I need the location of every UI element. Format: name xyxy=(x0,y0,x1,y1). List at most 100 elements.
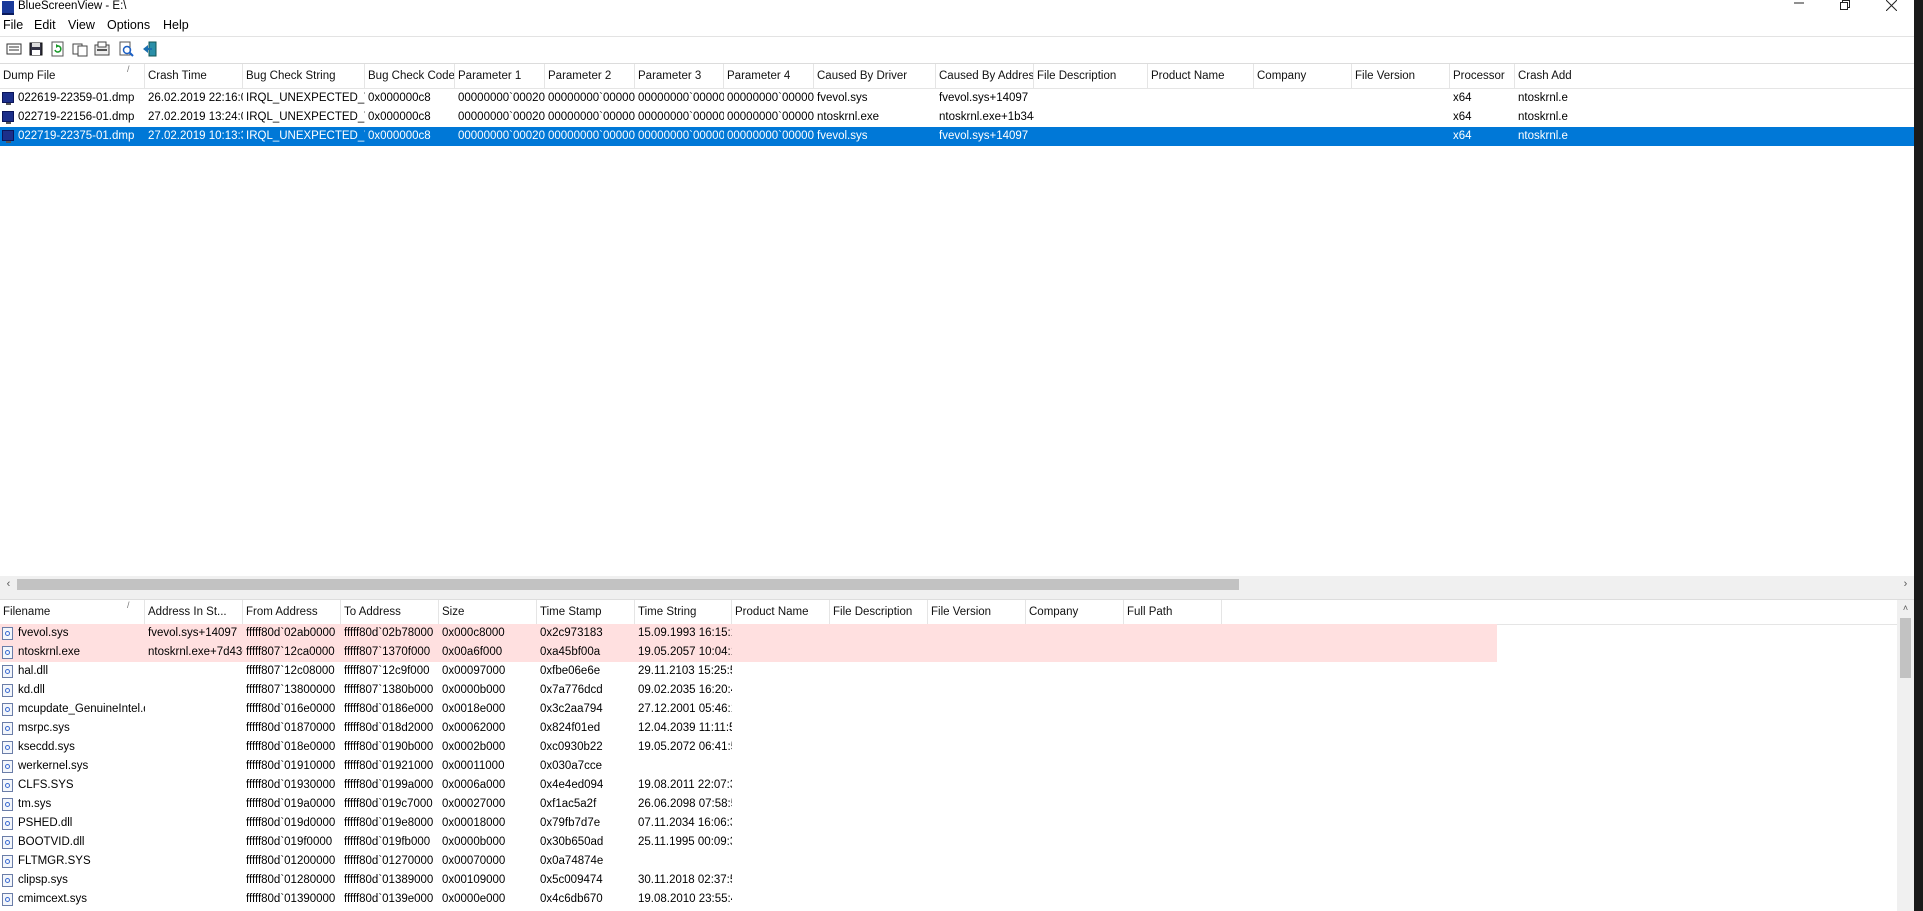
column-header-file-description[interactable]: File Description xyxy=(1034,64,1148,88)
cell-bug-check-code: 0x000000c8 xyxy=(368,111,431,123)
column-header-dump-file[interactable]: Dump File xyxy=(0,64,145,88)
column-header-filename[interactable]: Filename xyxy=(0,600,145,624)
scroll-left-icon[interactable]: ‹ xyxy=(0,576,17,593)
column-header-parameter-1[interactable]: Parameter 1 xyxy=(455,64,545,88)
cell-filename: fvevol.sys xyxy=(18,627,69,639)
column-header-to-address[interactable]: To Address xyxy=(341,600,439,624)
driver-row[interactable]: cmimcext.sys fffff80d`01390000 fffff80d`01… xyxy=(0,890,1497,909)
driver-list-header: Filename Address In St... From Address To A… xyxy=(0,600,1897,625)
column-header-full-path[interactable]: Full Path xyxy=(1124,600,1222,624)
column-header-bug-check-string[interactable]: Bug Check String xyxy=(243,64,365,88)
menu-edit[interactable]: Edit xyxy=(31,16,59,34)
menu-view[interactable]: View xyxy=(65,16,98,34)
cell-time-stamp: 0x7a776dcd xyxy=(540,684,603,696)
driver-file-icon xyxy=(2,893,13,906)
cell-time-string: 27.12.2001 05:46:12 xyxy=(638,703,732,715)
menu-help[interactable]: Help xyxy=(160,16,192,34)
cell-from-address: fffff80d`019f0000 xyxy=(246,836,333,848)
cell-from-address: fffff80d`01280000 xyxy=(246,874,336,886)
column-header-product-name[interactable]: Product Name xyxy=(732,600,830,624)
scroll-right-icon[interactable]: › xyxy=(1897,576,1914,593)
cell-processor: x64 xyxy=(1453,130,1472,142)
menu-options[interactable]: Options xyxy=(104,16,153,34)
sort-indicator-icon: / xyxy=(127,64,130,74)
exit-icon[interactable] xyxy=(140,40,160,58)
cell-product-name xyxy=(1148,108,1254,127)
cell-filename: FLTMGR.SYS xyxy=(18,855,91,867)
column-header-from-address[interactable]: From Address xyxy=(243,600,341,624)
column-header-address-in-st[interactable]: Address In St... xyxy=(145,600,243,624)
column-header-parameter-4[interactable]: Parameter 4 xyxy=(724,64,814,88)
driver-row[interactable]: hal.dll fffff807`12c08000 fffff807`12c9f00… xyxy=(0,662,1497,681)
dump-row[interactable]: 022719-22375-01.dmp 27.02.2019 10:13:38 IR… xyxy=(0,127,1923,146)
cell-time-string: 25.11.1995 00:09:33 xyxy=(638,836,732,848)
cell-address-in-st xyxy=(145,776,243,795)
driver-row[interactable]: mcupdate_GenuineIntel.dll fffff80d`016e00… xyxy=(0,700,1497,719)
cell-time-string xyxy=(635,757,732,776)
cell-filename: kd.dll xyxy=(18,684,45,696)
driver-row[interactable]: CLFS.SYS fffff80d`01930000 fffff80d`0199a0… xyxy=(0,776,1497,795)
dump-list-hscrollbar[interactable]: ‹ › xyxy=(0,576,1923,593)
driver-row[interactable]: FLTMGR.SYS fffff80d`01200000 fffff80d`0127… xyxy=(0,852,1497,871)
driver-row[interactable]: werkernel.sys fffff80d`01910000 fffff80d`0… xyxy=(0,757,1497,776)
save-icon[interactable] xyxy=(4,40,24,58)
column-header-product-name[interactable]: Product Name xyxy=(1148,64,1254,88)
column-header-parameter-2[interactable]: Parameter 2 xyxy=(545,64,635,88)
column-header-company[interactable]: Company xyxy=(1254,64,1352,88)
scroll-up-icon[interactable]: ˄ xyxy=(1897,600,1914,617)
column-header-parameter-3[interactable]: Parameter 3 xyxy=(635,64,724,88)
cell-product-name xyxy=(1148,127,1254,146)
cell-file-description xyxy=(1034,127,1148,146)
column-header-file-version[interactable]: File Version xyxy=(1352,64,1450,88)
pane-splitter[interactable] xyxy=(0,593,1923,600)
restore-button[interactable] xyxy=(1822,0,1868,16)
cell-dump-file: 022619-22359-01.dmp xyxy=(18,92,135,104)
column-header-processor[interactable]: Processor xyxy=(1450,64,1515,88)
cell-time-stamp: 0xfbe06e6e xyxy=(540,665,601,677)
cell-filename: cmimcext.sys xyxy=(18,893,87,905)
column-header-file-version[interactable]: File Version xyxy=(928,600,1026,624)
driver-row[interactable]: tm.sys fffff80d`019a0000 fffff80d`019c7000… xyxy=(0,795,1497,814)
column-header-crash-time[interactable]: Crash Time xyxy=(145,64,243,88)
column-header-size[interactable]: Size xyxy=(439,600,537,624)
column-header-caused-by-address[interactable]: Caused By Address xyxy=(936,64,1034,88)
column-header-caused-by-driver[interactable]: Caused By Driver xyxy=(814,64,936,88)
menu-bar: File Edit View Options Help xyxy=(0,16,1923,34)
cell-time-string: 19.08.2010 23:55:44 xyxy=(638,893,732,905)
driver-list-vscrollbar[interactable]: ˄ xyxy=(1897,600,1914,911)
menu-file[interactable]: File xyxy=(0,16,26,34)
minimize-button[interactable] xyxy=(1776,0,1822,16)
driver-file-icon xyxy=(2,798,13,811)
cell-to-address: fffff807`1380b000 xyxy=(344,684,434,696)
column-header-bug-check-code[interactable]: Bug Check Code xyxy=(365,64,455,88)
copy-icon[interactable] xyxy=(70,40,90,58)
column-header-company[interactable]: Company xyxy=(1026,600,1124,624)
find-icon[interactable] xyxy=(116,40,136,58)
close-button[interactable] xyxy=(1868,0,1914,16)
cell-time-stamp: 0x0a74874e xyxy=(540,855,604,867)
column-header-time-string[interactable]: Time String xyxy=(635,600,732,624)
refresh-icon[interactable] xyxy=(48,40,68,58)
driver-row[interactable]: ksecdd.sys fffff80d`018e0000 fffff80d`0190… xyxy=(0,738,1497,757)
dump-row[interactable]: 022719-22156-01.dmp 27.02.2019 13:24:02 IR… xyxy=(0,108,1923,127)
driver-row[interactable]: ntoskrnl.exentoskrnl.exe+7d4361fffff807`… xyxy=(0,643,1497,662)
column-header-time-stamp[interactable]: Time Stamp xyxy=(537,600,635,624)
driver-row[interactable]: BOOTVID.dll fffff80d`019f0000 fffff80d`019… xyxy=(0,833,1497,852)
floppy-icon[interactable] xyxy=(26,40,46,58)
cell-from-address: fffff80d`019d0000 xyxy=(246,817,336,829)
column-header-file-description[interactable]: File Description xyxy=(830,600,928,624)
properties-icon[interactable] xyxy=(92,40,112,58)
driver-row[interactable]: PSHED.dll fffff80d`019d0000 fffff80d`019e8… xyxy=(0,814,1497,833)
driver-row[interactable]: kd.dll fffff807`13800000 fffff807`1380b000… xyxy=(0,681,1497,700)
cell-time-stamp: 0xf1ac5a2f xyxy=(540,798,597,810)
cell-to-address: fffff80d`019e8000 xyxy=(344,817,434,829)
driver-row[interactable]: clipsp.sys fffff80d`01280000 fffff80d`0138… xyxy=(0,871,1497,890)
dump-row[interactable]: 022619-22359-01.dmp 26.02.2019 22:16:03 IR… xyxy=(0,89,1923,108)
driver-row[interactable]: msrpc.sys fffff80d`01870000 fffff80d`018d2… xyxy=(0,719,1497,738)
cell-filename: BOOTVID.dll xyxy=(18,836,85,848)
cell-caused-by-driver: fvevol.sys xyxy=(817,92,868,104)
scroll-thumb[interactable] xyxy=(17,579,1239,590)
driver-row[interactable]: fvevol.sys fvevol.sys+14097 fffff80d`02ab0… xyxy=(0,624,1497,643)
column-header-crash-add[interactable]: Crash Add xyxy=(1515,64,1923,88)
scroll-thumb[interactable] xyxy=(1900,618,1911,678)
